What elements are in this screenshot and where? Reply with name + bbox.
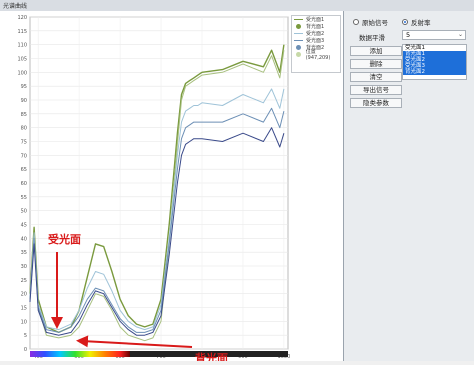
- annotation-back: 背光面: [195, 351, 228, 361]
- annotation-front: 受光面: [48, 232, 81, 246]
- y-tick-label: 20: [21, 292, 27, 298]
- y-tick-label: 15: [21, 306, 27, 312]
- y-tick-label: 30: [21, 264, 27, 270]
- radio-original-signal[interactable]: 原始信号: [353, 17, 388, 27]
- y-tick-label: 60: [21, 181, 27, 187]
- series-line-4: [29, 107, 285, 333]
- spectrum-bar: [30, 351, 130, 357]
- y-tick-label: 105: [17, 57, 27, 63]
- y-tick-label: 115: [17, 29, 27, 35]
- hidden-params-button[interactable]: 隐类参数: [350, 98, 402, 108]
- y-tick-label: 5: [24, 333, 27, 339]
- y-axis-ticks: 0 5 10 15 20 25 30 35 40 45 50 55 60 65 70 75 80 85 90 95 10…: [17, 15, 27, 353]
- curve-list[interactable]: 受光面1 背光面1 受光面2 受光面3 背光面2: [402, 44, 467, 80]
- y-tick-label: 100: [17, 70, 27, 76]
- y-tick-label: 75: [21, 140, 27, 146]
- chart-series: [29, 44, 285, 342]
- y-tick-label: 35: [21, 250, 27, 256]
- y-tick-label: 25: [21, 278, 27, 284]
- y-tick-label: 45: [21, 223, 27, 229]
- y-tick-label: 50: [21, 209, 27, 215]
- series-line-1: [29, 44, 285, 334]
- radio-off-icon: [353, 19, 359, 25]
- y-tick-label: 0: [24, 347, 27, 353]
- control-panel: 原始信号 反射率 数据平滑 5 ⌄ 添加 删除 清空 导出信号 隐类参数 受光面…: [344, 11, 474, 361]
- y-tick-label: 40: [21, 236, 27, 242]
- window-title: 光谱曲线: [3, 3, 28, 10]
- series-line-2: [29, 50, 285, 342]
- clear-button[interactable]: 清空: [350, 72, 402, 82]
- radio-reflectance[interactable]: 反射率: [402, 17, 431, 27]
- chevron-down-icon: ⌄: [457, 31, 463, 38]
- smooth-select[interactable]: 5 ⌄: [402, 30, 466, 40]
- y-tick-label: 110: [17, 43, 27, 49]
- y-tick-label: 90: [21, 98, 27, 104]
- back-arrow: [76, 335, 193, 348]
- y-tick-label: 10: [21, 319, 27, 325]
- series-line-5: [29, 127, 285, 336]
- legend-item: 受光面1: [292, 16, 340, 23]
- y-tick-label: 95: [21, 84, 27, 90]
- y-tick-label: 85: [21, 112, 27, 118]
- chart-panel: 0 5 10 15 20 25 30 35 40 45 50 55 60 65 70 75 80 85 90 95 10…: [0, 11, 344, 365]
- y-tick-label: 65: [21, 167, 27, 173]
- y-tick-label: 70: [21, 153, 27, 159]
- export-signal-button[interactable]: 导出信号: [350, 85, 402, 95]
- legend-item: 背光面1: [292, 23, 340, 30]
- add-button[interactable]: 添加: [350, 46, 402, 56]
- radio-on-icon: [402, 19, 408, 25]
- smooth-label: 数据平滑: [359, 34, 385, 42]
- list-item[interactable]: 背光面2: [403, 69, 466, 75]
- chart-legend: 受光面1 背光面1 受光面2 受光面3 背光面2 位置 (947,209): [291, 15, 341, 73]
- legend-item: 位置 (947,209): [292, 49, 340, 61]
- delete-button[interactable]: 删除: [350, 59, 402, 69]
- y-tick-label: 55: [21, 195, 27, 201]
- legend-item: 受光面2: [292, 30, 340, 37]
- legend-item: 受光面3: [292, 37, 340, 44]
- y-tick-label: 120: [17, 15, 27, 21]
- y-tick-label: 80: [21, 126, 27, 132]
